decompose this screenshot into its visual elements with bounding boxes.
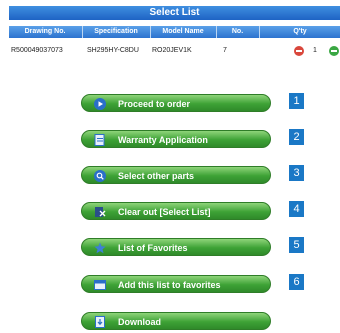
step-number-2: 2 bbox=[289, 129, 304, 145]
add-favorite-icon bbox=[94, 280, 106, 290]
proceed-to-order-label: Proceed to order bbox=[118, 99, 191, 109]
download-button[interactable]: Download bbox=[81, 312, 271, 330]
column-header-model-name: Model Name bbox=[162, 28, 204, 35]
star-icon bbox=[94, 242, 106, 254]
download-label: Download bbox=[118, 317, 161, 327]
column-header-qty: Q'ty bbox=[293, 28, 307, 35]
select-list-title: Select List bbox=[9, 6, 340, 20]
search-icon bbox=[94, 170, 106, 182]
download-icon bbox=[95, 316, 105, 328]
list-of-favorites-button[interactable]: List of Favorites bbox=[81, 238, 271, 256]
step-number-1: 1 bbox=[289, 93, 304, 109]
cell-no: 7 bbox=[223, 47, 227, 54]
cell-qty: 1 bbox=[313, 47, 317, 54]
proceed-to-order-button[interactable]: Proceed to order bbox=[81, 94, 271, 112]
select-list-panel: Select List Drawing No. Specification Mo… bbox=[9, 6, 340, 69]
increase-quantity-icon[interactable] bbox=[329, 46, 339, 56]
select-other-parts-label: Select other parts bbox=[118, 171, 195, 181]
column-header-drawing-no: Drawing No. bbox=[24, 28, 66, 35]
step-number-5: 5 bbox=[289, 237, 304, 253]
document-icon bbox=[94, 134, 105, 146]
column-header-no: No. bbox=[231, 28, 244, 35]
step-number-3: 3 bbox=[289, 165, 304, 181]
cell-specification: SH295HY-C8DU bbox=[87, 47, 139, 54]
cell-drawing-no: R500049037073 bbox=[11, 47, 63, 54]
step-number-4: 4 bbox=[289, 201, 304, 217]
column-header-specification: Specification bbox=[94, 28, 138, 35]
select-other-parts-button[interactable]: Select other parts bbox=[81, 166, 271, 184]
warranty-application-label: Warranty Application bbox=[118, 135, 208, 145]
warranty-application-button[interactable]: Warranty Application bbox=[81, 130, 271, 148]
step-number-6: 6 bbox=[289, 274, 304, 290]
clear-out-select-list-label: Clear out [Select List] bbox=[118, 207, 211, 217]
add-list-to-favorites-label: Add this list to favorites bbox=[118, 280, 221, 290]
play-icon bbox=[94, 98, 106, 110]
list-of-favorites-label: List of Favorites bbox=[118, 243, 188, 253]
clear-icon bbox=[95, 207, 106, 217]
table-header-row: Drawing No. Specification Model Name No.… bbox=[9, 26, 340, 38]
add-list-to-favorites-button[interactable]: Add this list to favorites bbox=[81, 275, 271, 293]
table-row: R500049037073 SH295HY-C8DU RO20JEV1K 7 1 bbox=[9, 43, 340, 59]
decrease-quantity-icon[interactable] bbox=[294, 46, 304, 56]
clear-out-select-list-button[interactable]: Clear out [Select List] bbox=[81, 202, 271, 220]
cell-model-name: RO20JEV1K bbox=[152, 47, 192, 54]
